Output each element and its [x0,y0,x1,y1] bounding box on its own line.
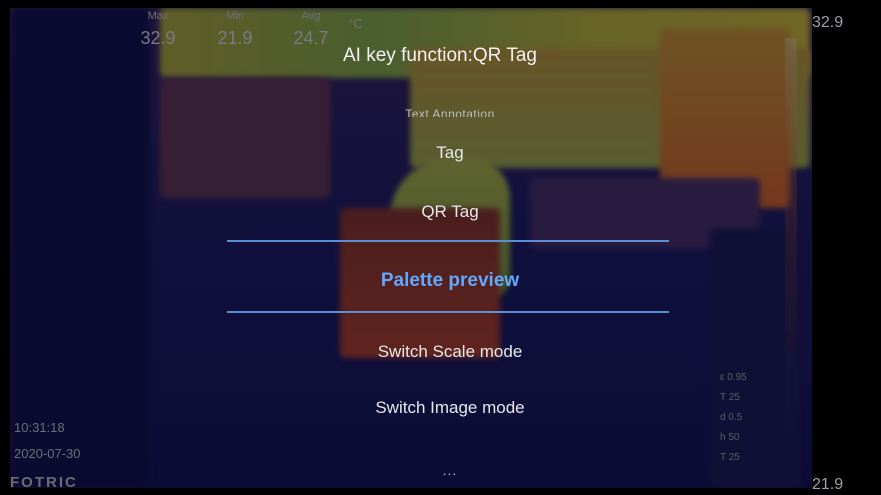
menu-item-more[interactable]: ... [230,462,670,478]
selection-divider-top [227,240,669,242]
capture-date: 2020-07-30 [14,446,81,461]
menu-item-switch-image-mode[interactable]: Switch Image mode [230,398,670,418]
min-stat: Min 21.9 [200,10,270,49]
camera-screen: Max 32.9 Min 21.9 Avg 24.7 °C 32.9 21.9 … [0,0,881,495]
menu-item-palette-preview[interactable]: Palette preview [230,270,670,292]
avg-label: Avg [301,10,321,22]
param-distance: d 0.5 [720,412,743,423]
max-label: Max [147,10,169,22]
menu-title: AI key function:QR Tag [343,45,537,66]
avg-stat: Avg 24.7 [276,10,346,49]
brand-logo: FOTRIC [10,474,78,491]
min-label: Min [226,10,244,22]
param-humidity: h 50 [720,432,740,443]
param-reflected-temp: T 25 [720,392,740,403]
selection-divider-bottom [227,311,669,313]
param-emissivity: ε 0.95 [720,372,747,383]
menu-item-switch-scale-mode[interactable]: Switch Scale mode [230,342,670,362]
menu-item-qr-tag[interactable]: QR Tag [230,202,670,222]
measurement-params: ε 0.95 T 25 d 0.5 h 50 T 25 [720,368,747,468]
max-stat: Max 32.9 [123,10,193,49]
unit-label: °C [348,16,363,31]
max-value: 32.9 [140,28,176,48]
scale-min-value: 21.9 [812,476,844,493]
param-ambient-temp: T 25 [720,452,740,463]
menu-item-text-annotation[interactable]: Text Annotation [230,107,670,117]
capture-time: 10:31:18 [14,420,65,435]
scale-max-value: 32.9 [812,14,844,31]
menu-backdrop[interactable] [0,0,881,495]
menu-item-tag[interactable]: Tag [230,143,670,163]
